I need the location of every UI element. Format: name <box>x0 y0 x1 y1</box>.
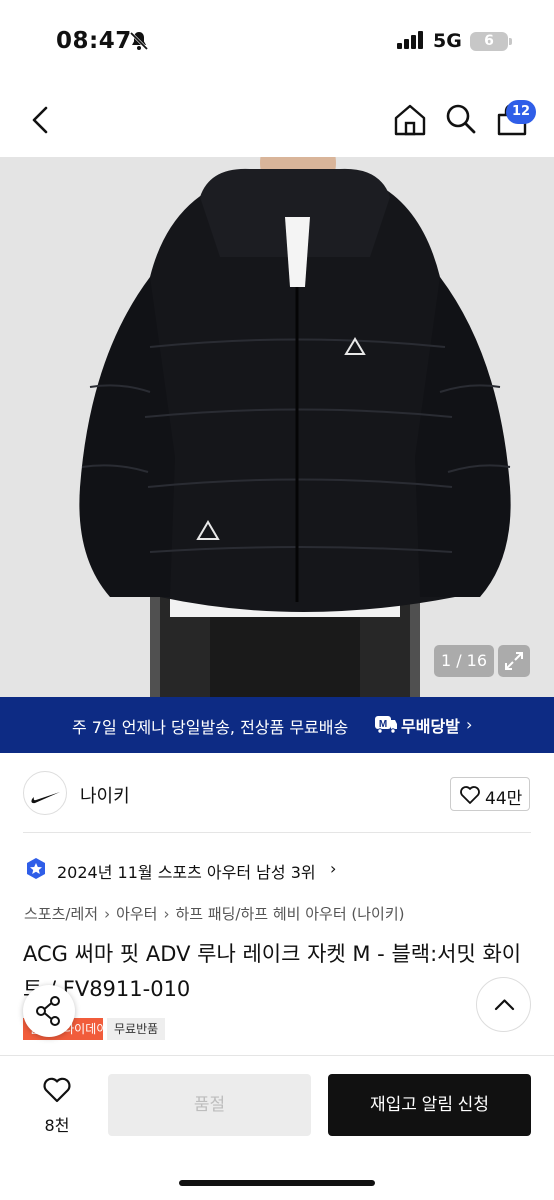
breadcrumb: 스포츠/레저 › 아우터 › 하프 패딩/하프 헤비 아우터 (나이키) <box>24 903 405 924</box>
share-icon <box>36 996 60 1026</box>
expand-button[interactable] <box>498 645 530 677</box>
soldout-button: 품절 <box>108 1074 311 1136</box>
search-icon[interactable] <box>444 102 478 136</box>
battery-level: 6 <box>470 32 508 51</box>
image-counter: 1 / 16 <box>434 645 494 677</box>
signal-icon <box>397 31 423 49</box>
star-medal-icon <box>27 858 45 879</box>
wish-count: 8천 <box>44 1116 70 1135</box>
brand-like-button[interactable]: 44만 <box>450 777 530 811</box>
divider <box>23 832 531 833</box>
status-bar: 08:47 5G 6 <box>0 0 554 80</box>
seller-name: 나이키 <box>80 786 130 807</box>
top-nav <box>0 80 554 158</box>
ranking-row[interactable]: 2024년 11월 스포츠 아우터 남성 3위 › <box>24 855 524 885</box>
home-icon[interactable] <box>392 102 428 138</box>
share-button[interactable] <box>23 985 75 1037</box>
expand-icon <box>505 652 523 670</box>
status-time: 08:47 <box>56 28 132 54</box>
delivery-truck-icon: M <box>375 716 397 734</box>
swoosh-icon <box>31 792 60 804</box>
scroll-top-button[interactable] <box>476 977 531 1032</box>
battery-tip <box>509 38 512 45</box>
seller-row[interactable]: 나이키 44만 <box>0 765 554 823</box>
wish-button[interactable]: 8천 <box>38 1076 76 1136</box>
jacket-photo <box>0 157 554 697</box>
breadcrumb-separator: › <box>163 905 170 923</box>
bottom-action-bar: 8천 품절 재입고 알림 신청 <box>0 1055 554 1200</box>
breadcrumb-item[interactable]: 스포츠/레저 <box>24 905 98 923</box>
back-icon[interactable] <box>26 102 56 138</box>
breadcrumb-item[interactable]: 하프 패딩/하프 헤비 아우터 (나이키) <box>175 905 404 923</box>
product-image[interactable]: 1 / 16 <box>0 157 554 697</box>
heart-icon <box>43 1077 71 1103</box>
cart-count-badge: 12 <box>506 100 536 124</box>
promo-brand: 무배당발 <box>401 717 460 736</box>
chevron-right-icon: › <box>466 715 473 734</box>
breadcrumb-separator: › <box>104 905 111 923</box>
product-page: 08:47 5G 6 12 1 / 16 주 7일 언제나 당일발송, 전상품 … <box>0 0 554 1200</box>
chevron-right-icon: › <box>330 859 337 878</box>
free-return-tag: 무료반품 <box>107 1018 166 1040</box>
product-title: ACG 써마 핏 ADV 루나 레이크 자켓 M - 블랙:서밋 화이트 / F… <box>23 942 522 1001</box>
chevron-up-icon <box>494 999 515 1011</box>
brand-logo <box>23 771 67 815</box>
breadcrumb-item[interactable]: 아우터 <box>116 905 157 923</box>
network-type: 5G <box>433 30 462 52</box>
home-indicator <box>179 1180 375 1186</box>
silent-bell-icon <box>129 31 149 51</box>
brand-like-count: 44만 <box>485 789 523 809</box>
ranking-text: 2024년 11월 스포츠 아우터 남성 3위 <box>57 863 316 882</box>
promo-banner[interactable]: 주 7일 언제나 당일발송, 전상품 무료배송 M 무배당발 › <box>0 697 554 753</box>
promo-text: 주 7일 언제나 당일발송, 전상품 무료배송 <box>72 718 349 737</box>
restock-alert-button[interactable]: 재입고 알림 신청 <box>328 1074 531 1136</box>
heart-icon <box>460 786 480 804</box>
